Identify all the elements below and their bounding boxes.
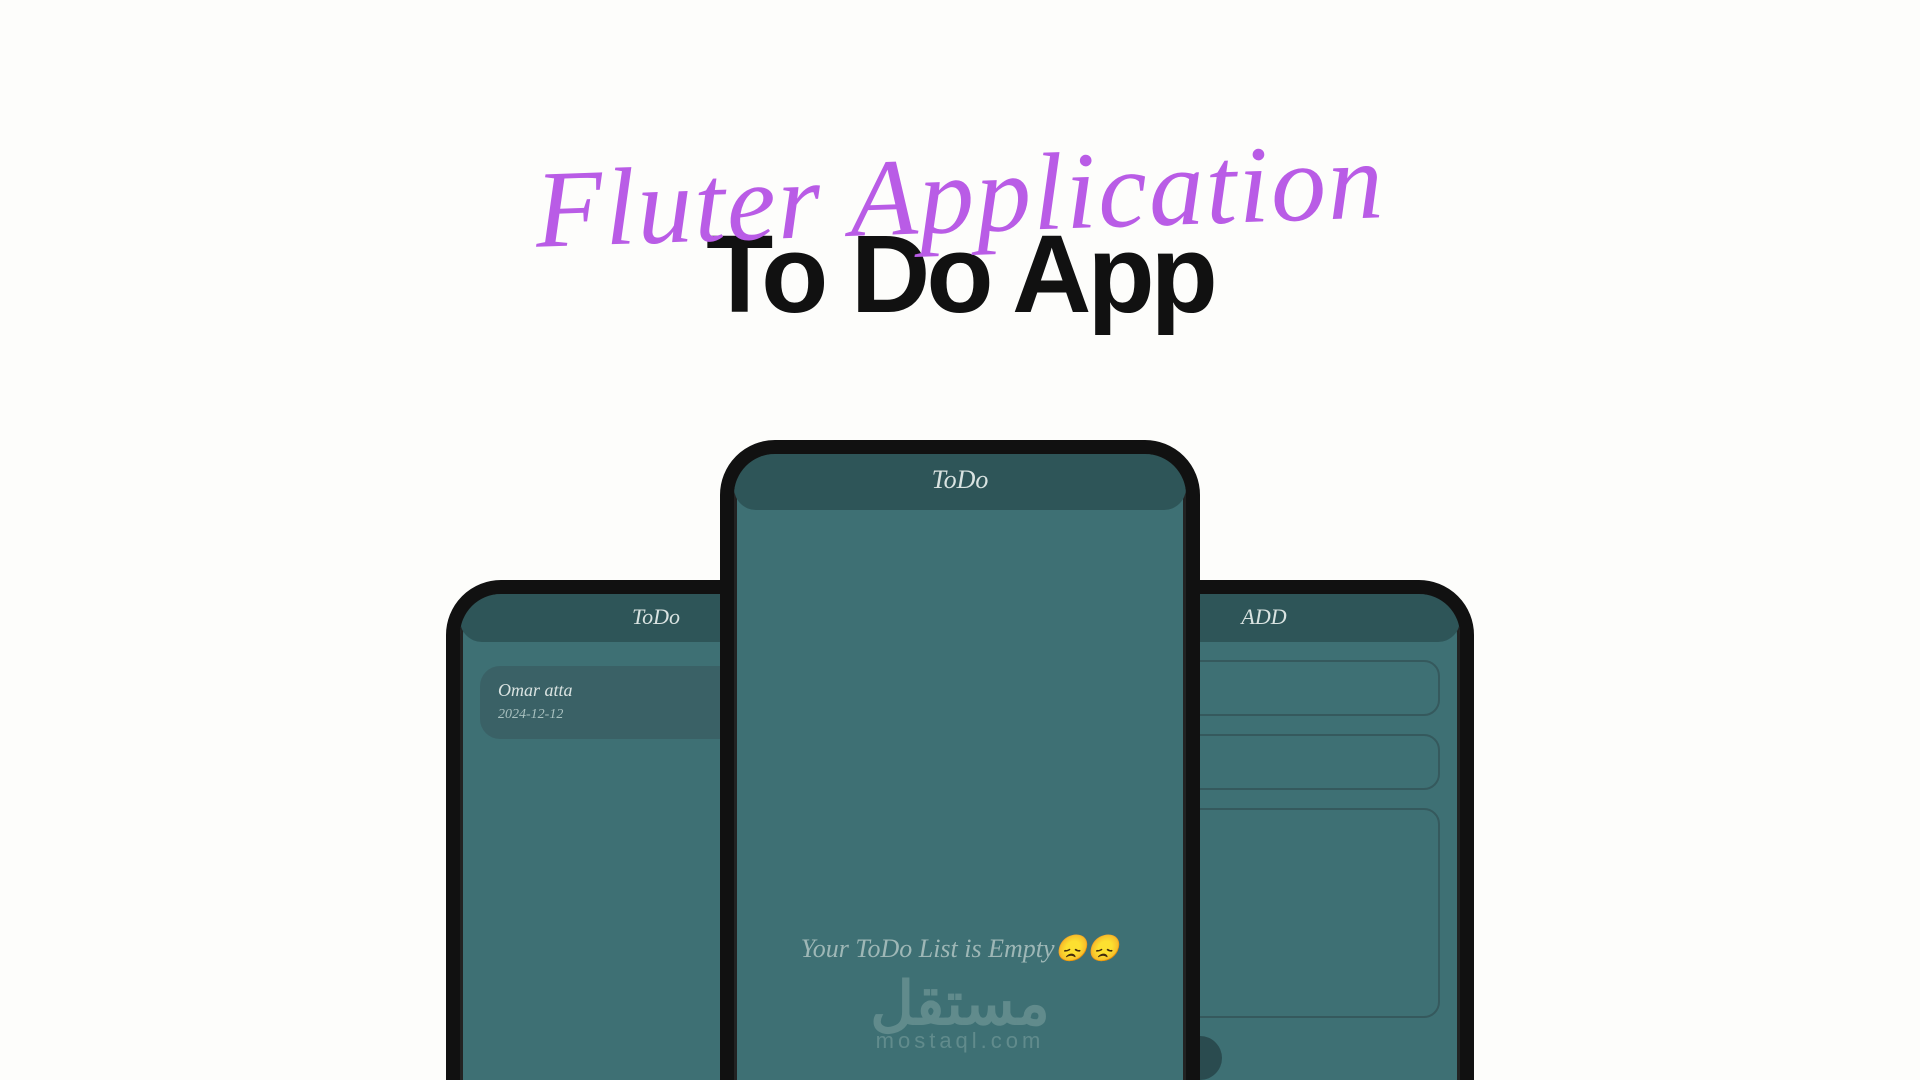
phone-side-button	[729, 734, 734, 834]
empty-state-text: Your ToDo List is Empty	[801, 934, 1055, 963]
title-block: Fluter Application To Do App	[535, 140, 1385, 330]
promo-stage: Fluter Application To Do App ToDo Omar a…	[0, 0, 1920, 1080]
phone-side-button	[1186, 714, 1191, 814]
empty-state-message: Your ToDo List is Empty😞😞	[734, 934, 1186, 964]
phone-side-button	[1460, 794, 1465, 884]
phone-side-button	[455, 834, 460, 924]
phone-side-button	[455, 774, 460, 816]
phone-mockup-center: ToDo Your ToDo List is Empty😞😞 مستقل mos…	[720, 440, 1200, 1080]
watermark-arabic: مستقل	[734, 974, 1186, 1034]
watermark-english: mostaql.com	[734, 1028, 1186, 1054]
watermark: مستقل mostaql.com	[734, 974, 1186, 1054]
phone-side-button	[729, 664, 734, 712]
title-script: Fluter Application	[533, 125, 1386, 265]
sad-emoji-icon: 😞😞	[1055, 934, 1120, 963]
app-header-todo: ToDo	[734, 454, 1186, 510]
